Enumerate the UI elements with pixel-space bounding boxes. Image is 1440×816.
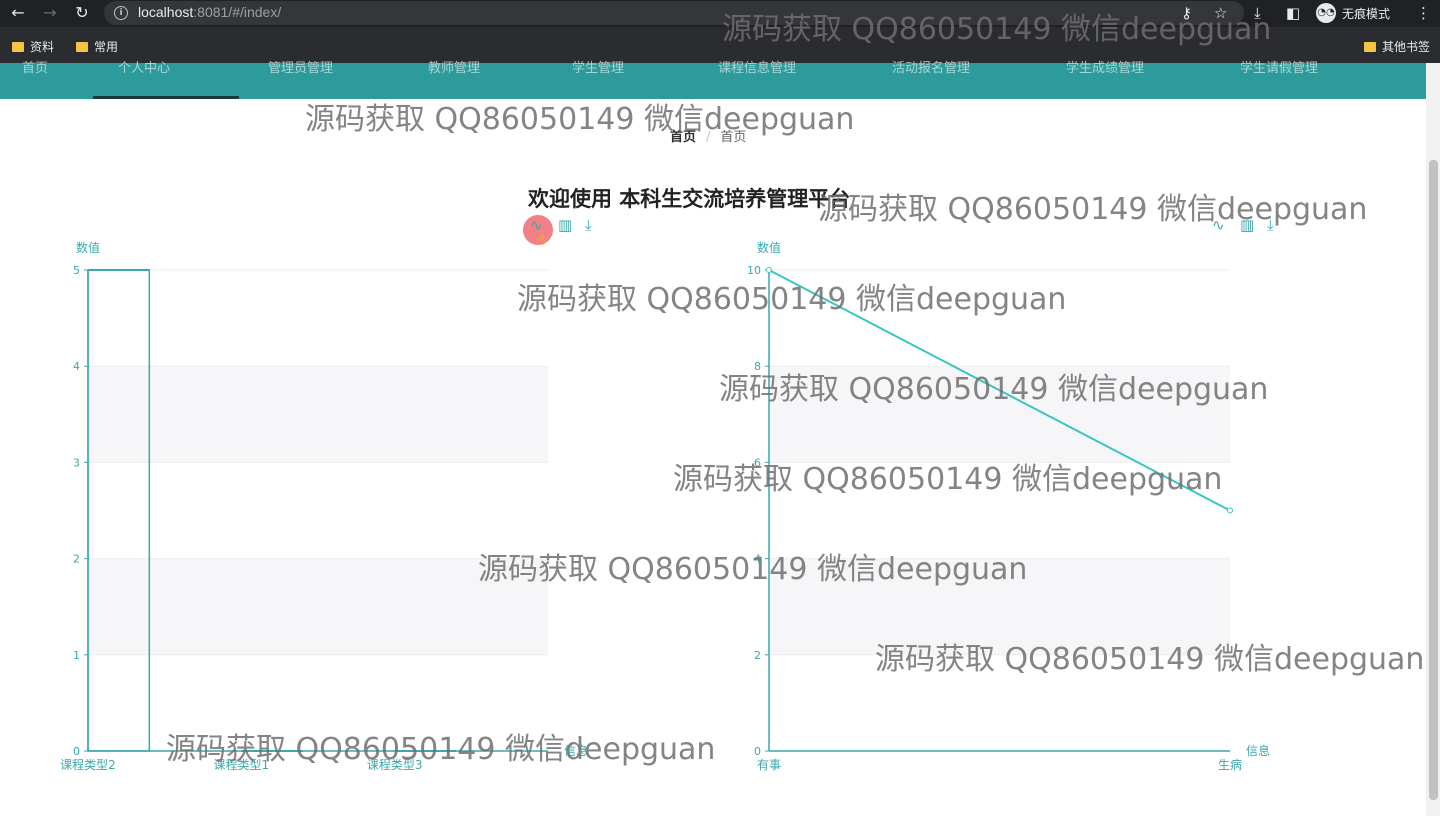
- y-tick-label: 8: [754, 360, 761, 373]
- data-point: [1227, 507, 1233, 514]
- scrollbar-thumb[interactable]: [1429, 160, 1438, 800]
- x-axis-label: 信息: [1246, 743, 1270, 758]
- y-tick-label: 2: [754, 649, 761, 662]
- grid-band: [769, 366, 1230, 463]
- data-point: [766, 267, 772, 273]
- y-tick-label: 10: [747, 264, 761, 277]
- y-axis-label: 数值: [757, 240, 781, 255]
- y-tick-label: 4: [754, 553, 761, 566]
- x-tick-label: 有事: [757, 758, 781, 772]
- y-tick-label: 6: [754, 456, 761, 469]
- x-tick-label: 生病: [1218, 757, 1242, 772]
- line-chart-leave-reason: 0 2 4 6 8 10 数值信息有事 生病: [747, 240, 1270, 772]
- grid-band: [769, 558, 1230, 655]
- y-tick-label: 0: [754, 745, 761, 758]
